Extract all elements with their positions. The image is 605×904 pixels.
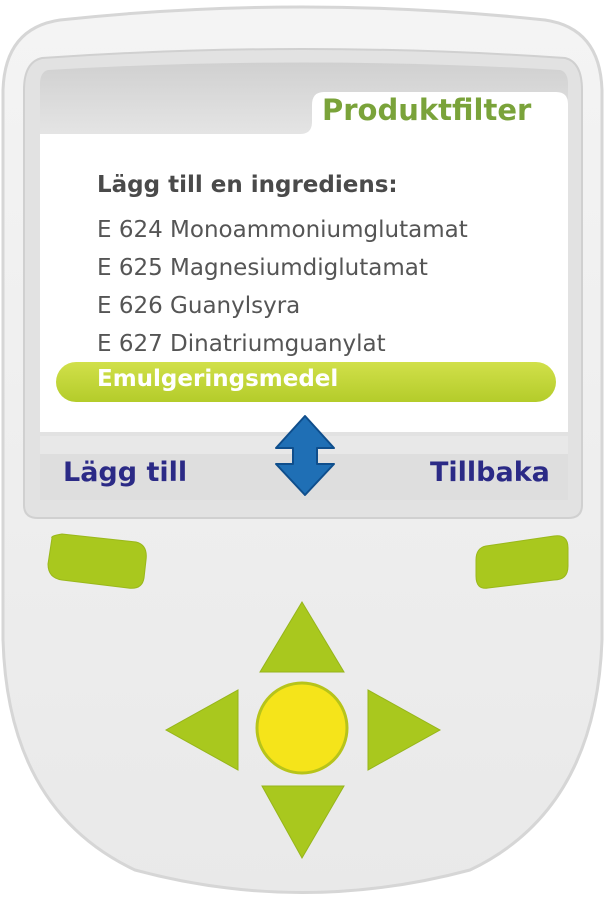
device-body bbox=[1, 5, 604, 894]
left-soft-key-button[interactable] bbox=[47, 533, 147, 589]
list-item[interactable]: E 627 Dinatriumguanylat bbox=[97, 331, 386, 357]
list-item[interactable]: E 626 Guanylsyra bbox=[97, 293, 300, 319]
handheld-device: Produktfilter Lägg till en ingrediens: E… bbox=[0, 0, 605, 900]
left-softkey-label[interactable]: Lägg till bbox=[63, 457, 187, 488]
list-item[interactable]: E 625 Magnesiumdiglutamat bbox=[97, 255, 428, 281]
list-heading: Lägg till en ingrediens: bbox=[97, 172, 398, 198]
screen-title: Produktfilter bbox=[322, 93, 532, 127]
right-softkey-label[interactable]: Tillbaka bbox=[430, 457, 550, 488]
circle-icon[interactable] bbox=[255, 681, 349, 775]
list-item-selected[interactable]: Emulgeringsmedel bbox=[97, 366, 338, 392]
list-item[interactable]: E 624 Monoammoniumglutamat bbox=[97, 217, 468, 243]
